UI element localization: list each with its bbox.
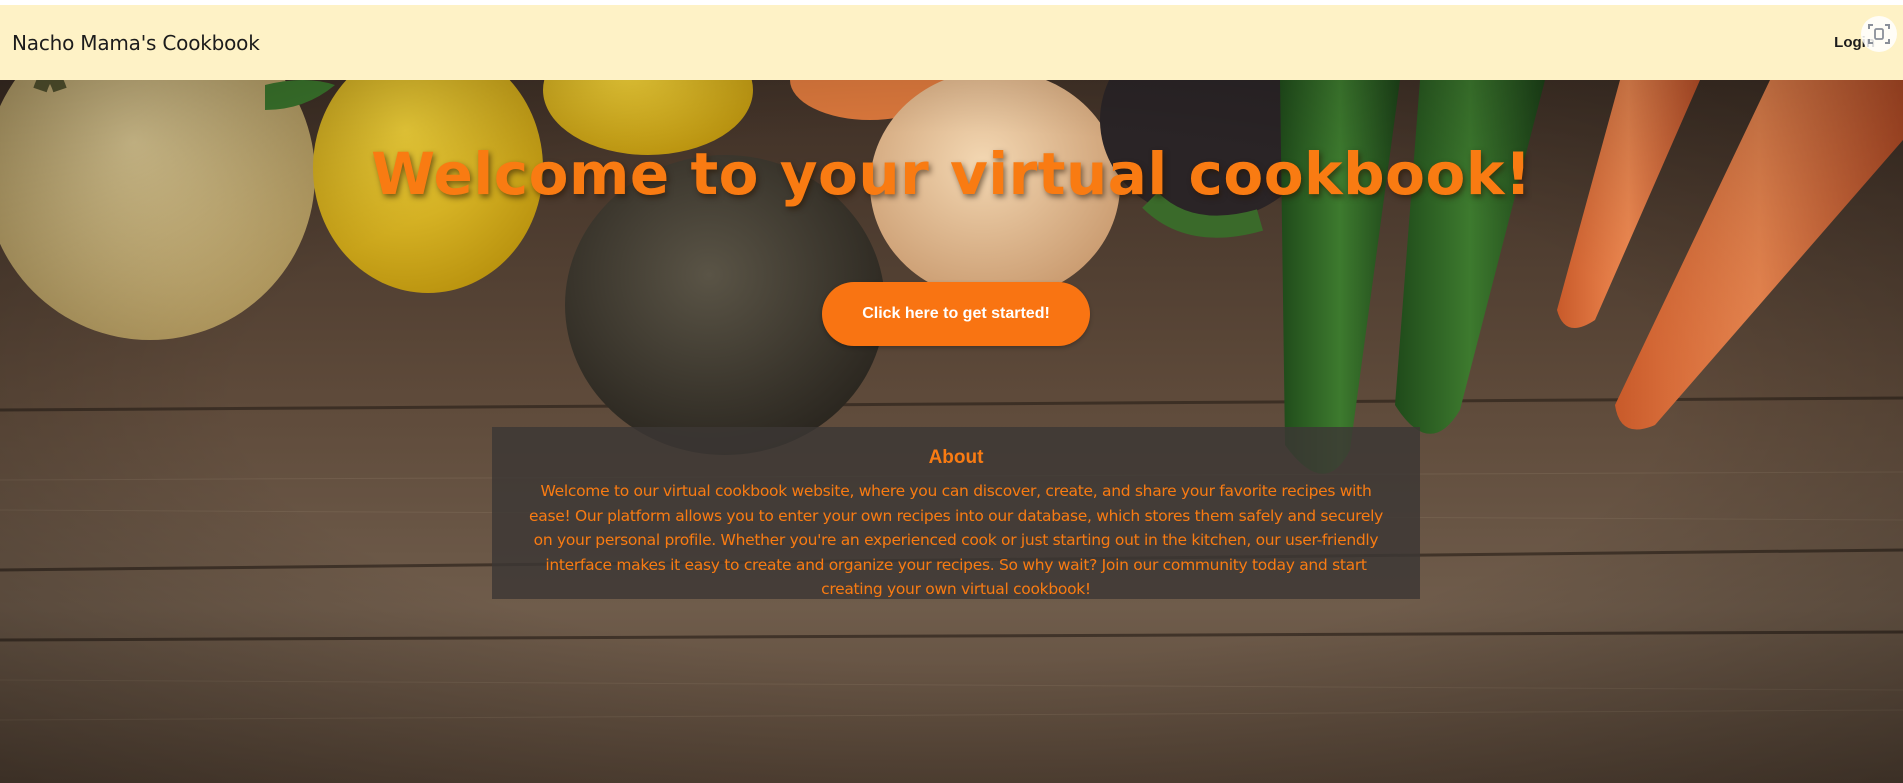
about-title: About <box>928 447 984 468</box>
about-text: Welcome to our virtual cookbook website,… <box>529 482 1383 598</box>
brand-title[interactable]: Nacho Mama's Cookbook <box>12 31 260 55</box>
scan-icon[interactable] <box>1861 16 1897 52</box>
login-area: Login <box>1834 16 1897 52</box>
hero-section: Welcome to your virtual cookbook! Click … <box>0 80 1903 783</box>
get-started-button[interactable]: Click here to get started! <box>822 282 1090 346</box>
about-panel: About Welcome to our virtual cookbook we… <box>492 427 1420 599</box>
page: Nacho Mama's Cookbook Login Welcome to y… <box>0 0 1903 783</box>
hero-title: Welcome to your virtual cookbook! <box>371 140 1532 208</box>
navbar: Nacho Mama's Cookbook Login <box>0 5 1903 80</box>
